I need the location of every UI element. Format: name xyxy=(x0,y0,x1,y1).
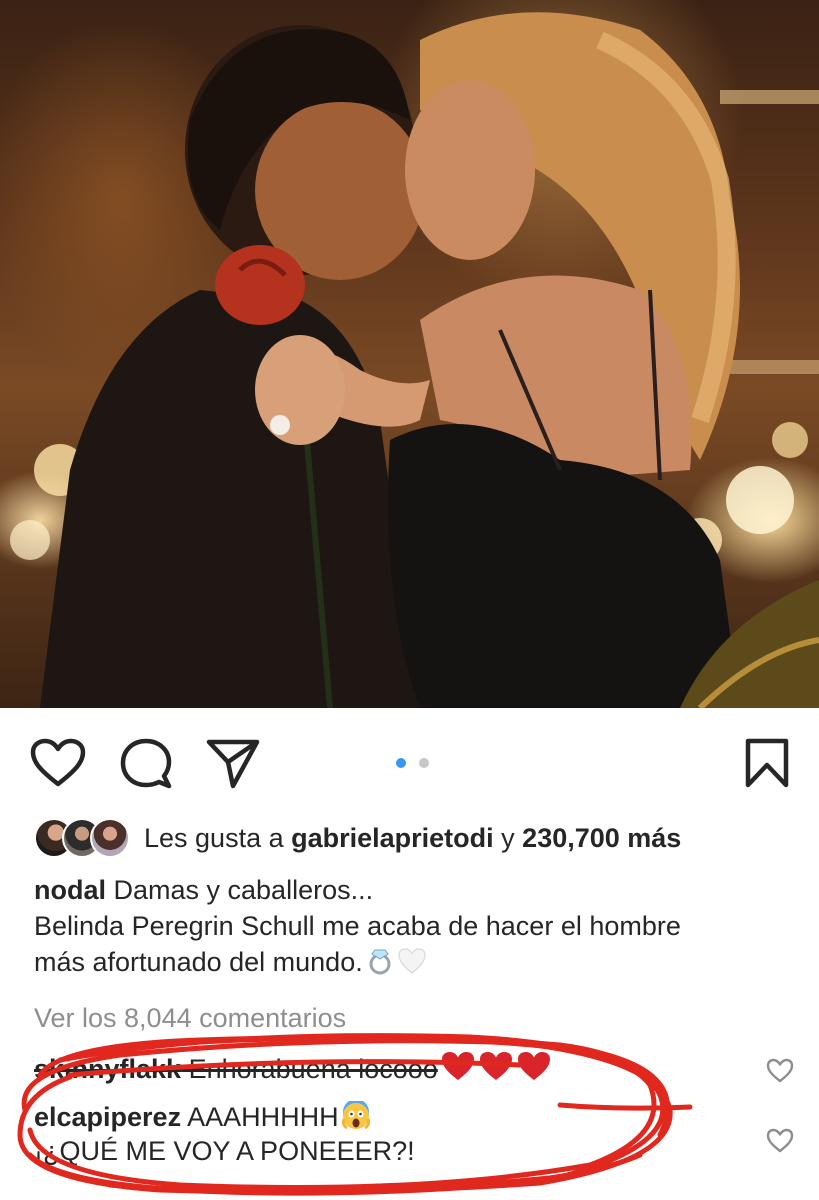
caption-line-1: Damas y caballeros... xyxy=(106,875,374,905)
bookmark-icon[interactable] xyxy=(744,738,790,788)
post-caption: nodal Damas y caballeros... Belinda Pere… xyxy=(34,872,804,980)
liker-avatars[interactable] xyxy=(34,818,130,858)
caption-line-3: más afortunado del mundo. xyxy=(34,947,363,977)
comment-item: elcapiperez AAAHHHHH ¡¿QUÉ ME VOY A PONE… xyxy=(34,1099,774,1168)
likes-connector: y xyxy=(493,823,523,853)
likes-count[interactable]: 230,700 más xyxy=(522,823,681,853)
view-all-comments-link[interactable]: Ver los 8,044 comentarios xyxy=(34,1000,346,1036)
comment-text: Enhorabuena locooo xyxy=(181,1054,438,1084)
caption-username[interactable]: nodal xyxy=(34,875,106,905)
comment-text: AAAHHHHH xyxy=(181,1102,339,1132)
post-photo[interactable] xyxy=(0,0,819,708)
likes-text: Les gusta a gabrielaprietodi y 230,700 m… xyxy=(144,818,681,858)
red-heart-emoji xyxy=(440,1050,476,1082)
comment-heart-icon[interactable] xyxy=(766,1128,794,1154)
liker-username[interactable]: gabrielaprietodi xyxy=(291,823,494,853)
comment-username[interactable]: elcapiperez xyxy=(34,1102,181,1132)
carousel-indicator xyxy=(0,758,819,768)
carousel-dot-active[interactable] xyxy=(396,758,406,768)
white-heart-emoji xyxy=(397,946,427,976)
likes-prefix: Les gusta a xyxy=(144,823,292,853)
likes-summary[interactable]: Les gusta a gabrielaprietodi y 230,700 m… xyxy=(34,818,814,858)
comment-item: skinnyflakk Enhorabuena locooo xyxy=(34,1050,774,1086)
comment-heart-icon[interactable] xyxy=(766,1058,794,1084)
comment-text-line-2: ¡¿QUÉ ME VOY A PONEEER?! xyxy=(34,1136,415,1166)
carousel-dot[interactable] xyxy=(419,758,429,768)
ring-emoji xyxy=(365,945,395,975)
post-photo-illustration xyxy=(10,12,819,708)
red-heart-emoji xyxy=(478,1050,514,1082)
red-heart-emoji xyxy=(516,1050,552,1082)
avatar[interactable] xyxy=(90,818,130,858)
comment-username[interactable]: skinnyflakk xyxy=(34,1054,181,1084)
caption-line-2: Belinda Peregrin Schull me acaba de hace… xyxy=(34,911,681,941)
screaming-face-emoji xyxy=(341,1099,371,1131)
